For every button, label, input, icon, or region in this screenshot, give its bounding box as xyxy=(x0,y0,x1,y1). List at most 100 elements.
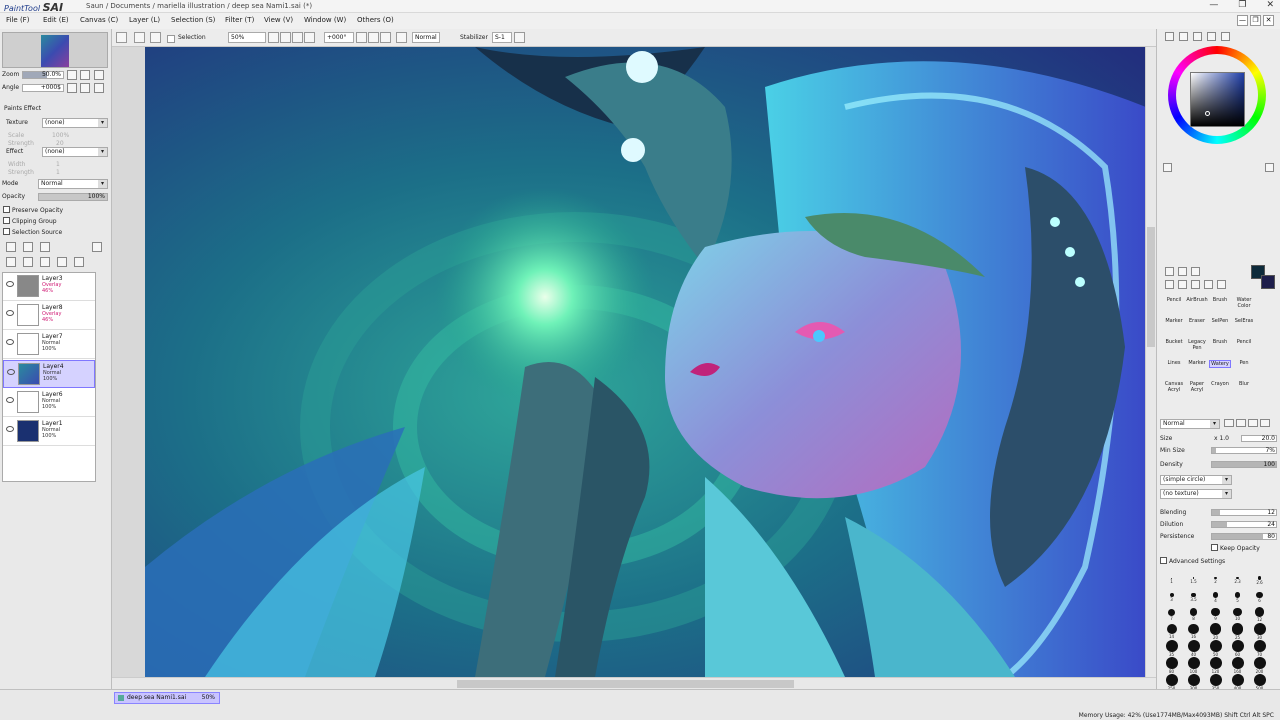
brush-pen[interactable]: Pen xyxy=(1233,360,1255,366)
menu-window[interactable]: Window (W) xyxy=(304,16,346,24)
rotate-left-button[interactable] xyxy=(67,83,77,93)
color-picker-cursor[interactable] xyxy=(1205,111,1210,116)
new-linework-layer-button[interactable] xyxy=(23,242,33,252)
brush-seleras[interactable]: SelEras xyxy=(1233,318,1255,324)
blend-mode-dropdown[interactable]: Normal xyxy=(38,179,108,189)
size-multiplier[interactable]: x 1.0 xyxy=(1214,435,1229,442)
zoom-out-button[interactable] xyxy=(67,70,77,80)
layer-lock-button[interactable] xyxy=(74,257,84,267)
visibility-eye-icon[interactable] xyxy=(6,397,14,403)
delete-layer-button[interactable] xyxy=(57,257,67,267)
brush-selpen[interactable]: SelPen xyxy=(1209,318,1231,324)
brush-marker[interactable]: Marker xyxy=(1163,318,1185,324)
angle-field[interactable]: +000° xyxy=(324,32,354,43)
brush-paper-acryl[interactable]: Paper Acryl xyxy=(1186,381,1208,393)
brush-airbrush[interactable]: AirBrush xyxy=(1186,297,1208,303)
artwork-canvas[interactable] xyxy=(145,47,1146,677)
brush-marker-2[interactable]: Marker xyxy=(1186,360,1208,366)
hand-tool-icon[interactable] xyxy=(1204,280,1213,289)
selection-source-checkbox[interactable]: Selection Source xyxy=(3,228,62,236)
brush-legacy-pen[interactable]: Legacy Pen xyxy=(1186,339,1208,351)
move-tool-icon[interactable] xyxy=(1165,280,1174,289)
rotate-tool-icon[interactable] xyxy=(1191,280,1200,289)
blending-slider[interactable]: 12 xyxy=(1211,509,1277,516)
scratchpad-mode-icon[interactable] xyxy=(1221,32,1230,41)
layer-mask-button[interactable] xyxy=(92,242,102,252)
zoom-slider[interactable]: 50.0% xyxy=(22,71,64,79)
brush-blur[interactable]: Blur xyxy=(1233,381,1255,387)
stabilizer-dropdown-icon[interactable] xyxy=(514,32,525,43)
visibility-eye-icon[interactable] xyxy=(7,369,15,375)
horizontal-scroll-thumb[interactable] xyxy=(457,680,794,688)
transfer-down-button[interactable] xyxy=(6,257,16,267)
brush-pencil-2[interactable]: Pencil xyxy=(1233,339,1255,345)
zoom-tool-icon[interactable] xyxy=(1178,280,1187,289)
brush-watercolor[interactable]: Water Color xyxy=(1233,297,1255,309)
menu-view[interactable]: View (V) xyxy=(264,16,293,24)
color-history-icon[interactable] xyxy=(1163,163,1172,172)
menu-filter[interactable]: Filter (T) xyxy=(225,16,254,24)
minimize-button[interactable]: — xyxy=(1209,0,1218,10)
lasso-tool-icon[interactable] xyxy=(1178,267,1187,276)
menu-layer[interactable]: Layer (L) xyxy=(129,16,160,24)
size-slider[interactable]: 20.0 xyxy=(1241,435,1277,442)
rotate-reset-icon[interactable] xyxy=(380,32,391,43)
rotate-right-button[interactable] xyxy=(80,83,90,93)
selection-checkbox[interactable] xyxy=(167,35,175,43)
zoom-in-icon[interactable] xyxy=(292,32,303,43)
layer-row[interactable]: Layer1 Normal 100% xyxy=(3,418,95,446)
rotate-right-icon[interactable] xyxy=(368,32,379,43)
zoom-in-button[interactable] xyxy=(80,70,90,80)
zoom-dropdown-icon[interactable] xyxy=(268,32,279,43)
color-options-icon[interactable] xyxy=(1265,163,1274,172)
effect-dropdown[interactable]: (none) xyxy=(42,147,108,157)
min-size-slider[interactable]: 7% xyxy=(1211,447,1277,454)
rgb-slider-mode-icon[interactable] xyxy=(1179,32,1188,41)
undo-icon[interactable] xyxy=(134,32,145,43)
brush-eraser[interactable]: Eraser xyxy=(1186,318,1208,324)
clipping-group-checkbox[interactable]: Clipping Group xyxy=(3,217,57,225)
visibility-eye-icon[interactable] xyxy=(6,426,14,432)
texture-dropdown[interactable]: (none) xyxy=(42,118,108,128)
density-slider[interactable]: 100 xyxy=(1211,461,1277,468)
document-tab[interactable]: deep sea Nami1.sai 50% xyxy=(114,692,220,704)
preserve-opacity-checkbox[interactable]: Preserve Opacity xyxy=(3,206,63,214)
redo-icon[interactable] xyxy=(150,32,161,43)
visibility-eye-icon[interactable] xyxy=(6,310,14,316)
brush-lines[interactable]: Lines xyxy=(1163,360,1185,366)
brush-brush[interactable]: Brush xyxy=(1209,297,1231,303)
zoom-out-icon[interactable] xyxy=(280,32,291,43)
secondary-color-swatch[interactable] xyxy=(1261,275,1275,289)
brush-crayon[interactable]: Crayon xyxy=(1209,381,1231,387)
opacity-slider[interactable]: 100% xyxy=(38,193,108,201)
rotate-left-icon[interactable] xyxy=(356,32,367,43)
hsv-slider-mode-icon[interactable] xyxy=(1193,32,1202,41)
brush-watery-selected[interactable]: Watery xyxy=(1209,360,1231,368)
brush-tip-soft-icon[interactable] xyxy=(1248,419,1258,427)
mdi-minimize-button[interactable]: — xyxy=(1237,15,1248,26)
toolbar-menu-icon[interactable] xyxy=(116,32,127,43)
merge-down-button[interactable] xyxy=(23,257,33,267)
brush-tip-flat-icon[interactable] xyxy=(1260,419,1270,427)
layer-row[interactable]: Layer7 Normal 100% xyxy=(3,331,95,359)
close-button[interactable]: ✕ xyxy=(1266,0,1274,10)
swatches-mode-icon[interactable] xyxy=(1207,32,1216,41)
menu-canvas[interactable]: Canvas (C) xyxy=(80,16,118,24)
new-folder-button[interactable] xyxy=(40,242,50,252)
horizontal-scrollbar[interactable] xyxy=(112,677,1156,689)
brush-blend-mode-dropdown[interactable]: Normal xyxy=(1160,419,1220,429)
keep-opacity-checkbox[interactable]: Keep Opacity xyxy=(1211,544,1260,552)
color-square-picker[interactable] xyxy=(1190,72,1245,127)
layer-row[interactable]: Layer8 Overlay 46% xyxy=(3,302,95,330)
blend-mode-field[interactable]: Normal xyxy=(412,32,440,43)
zoom-reset-button[interactable] xyxy=(94,70,104,80)
brush-brush-2[interactable]: Brush xyxy=(1209,339,1231,345)
stabilizer-field[interactable]: S-1 xyxy=(492,32,512,43)
menu-others[interactable]: Others (O) xyxy=(357,16,394,24)
menu-selection[interactable]: Selection (S) xyxy=(171,16,215,24)
layer-row[interactable]: Layer3 Overlay 46% xyxy=(3,273,95,301)
brush-shape-dropdown[interactable]: (simple circle) xyxy=(1160,475,1232,485)
visibility-eye-icon[interactable] xyxy=(6,281,14,287)
new-layer-button[interactable] xyxy=(6,242,16,252)
dilution-slider[interactable]: 24 xyxy=(1211,521,1277,528)
